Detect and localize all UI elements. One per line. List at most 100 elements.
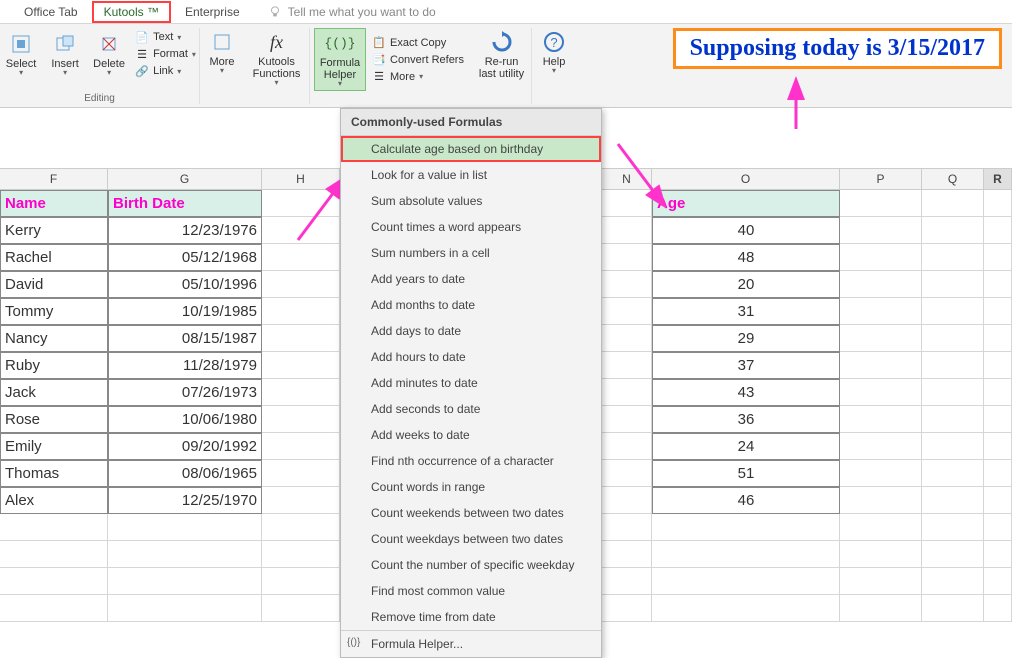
dropdown-item[interactable]: Count words in range: [341, 474, 601, 500]
dropdown-item[interactable]: Add hours to date: [341, 344, 601, 370]
cell[interactable]: [922, 271, 984, 298]
link-button[interactable]: 🔗Link▾: [135, 64, 196, 78]
cell-birth[interactable]: 05/10/1996: [108, 271, 262, 298]
cell[interactable]: [984, 325, 1012, 352]
cell[interactable]: [652, 541, 840, 568]
cell[interactable]: [840, 352, 922, 379]
cell[interactable]: [840, 460, 922, 487]
insert-button[interactable]: Insert▾: [43, 30, 87, 79]
cell-birth[interactable]: 08/06/1965: [108, 460, 262, 487]
cell[interactable]: [602, 379, 652, 406]
cell[interactable]: [602, 541, 652, 568]
dropdown-item[interactable]: Remove time from date: [341, 604, 601, 630]
cell[interactable]: [922, 433, 984, 460]
cell-age[interactable]: 51: [652, 460, 840, 487]
header-age[interactable]: Age: [652, 190, 840, 217]
cell[interactable]: [984, 190, 1012, 217]
cell-name[interactable]: Ruby: [0, 352, 108, 379]
cell[interactable]: [984, 433, 1012, 460]
cell[interactable]: [0, 514, 108, 541]
cell[interactable]: [0, 568, 108, 595]
cell[interactable]: [984, 379, 1012, 406]
cell-age[interactable]: 24: [652, 433, 840, 460]
cell-name[interactable]: Nancy: [0, 325, 108, 352]
cell[interactable]: [984, 460, 1012, 487]
cell-birth[interactable]: 07/26/1973: [108, 379, 262, 406]
cell[interactable]: [984, 352, 1012, 379]
cell[interactable]: [108, 568, 262, 595]
dropdown-item[interactable]: Add weeks to date: [341, 422, 601, 448]
cell[interactable]: [652, 568, 840, 595]
help-button[interactable]: ? Help▾: [532, 28, 576, 77]
column-header-G[interactable]: G: [108, 169, 262, 189]
cell[interactable]: [602, 244, 652, 271]
cell[interactable]: [602, 433, 652, 460]
dropdown-item[interactable]: Add minutes to date: [341, 370, 601, 396]
dropdown-item[interactable]: Add days to date: [341, 318, 601, 344]
cell-name[interactable]: Alex: [0, 487, 108, 514]
delete-button[interactable]: Delete▾: [87, 30, 131, 79]
dropdown-item[interactable]: Count weekdays between two dates: [341, 526, 601, 552]
dropdown-item[interactable]: Count the number of specific weekday: [341, 552, 601, 578]
cell[interactable]: [840, 379, 922, 406]
cell[interactable]: [262, 433, 340, 460]
tab-enterprise[interactable]: Enterprise: [171, 1, 254, 23]
column-header-O[interactable]: O: [652, 169, 840, 189]
header-name[interactable]: Name: [0, 190, 108, 217]
dropdown-item[interactable]: Count weekends between two dates: [341, 500, 601, 526]
cell[interactable]: [262, 379, 340, 406]
cell[interactable]: [602, 271, 652, 298]
cell[interactable]: [602, 406, 652, 433]
dropdown-item[interactable]: Add seconds to date: [341, 396, 601, 422]
cell[interactable]: [984, 244, 1012, 271]
cell[interactable]: [108, 541, 262, 568]
dropdown-item[interactable]: Look for a value in list: [341, 162, 601, 188]
cell[interactable]: [840, 433, 922, 460]
cell[interactable]: [262, 352, 340, 379]
cell[interactable]: [922, 325, 984, 352]
cell-name[interactable]: Rachel: [0, 244, 108, 271]
cell-birth[interactable]: 05/12/1968: [108, 244, 262, 271]
cell[interactable]: [840, 271, 922, 298]
cell[interactable]: [602, 487, 652, 514]
cell-birth[interactable]: 08/15/1987: [108, 325, 262, 352]
cell[interactable]: [840, 406, 922, 433]
cell-name[interactable]: Emily: [0, 433, 108, 460]
cell-age[interactable]: 37: [652, 352, 840, 379]
cell-birth[interactable]: 10/06/1980: [108, 406, 262, 433]
cell[interactable]: [602, 514, 652, 541]
cell[interactable]: [984, 541, 1012, 568]
cell-age[interactable]: 36: [652, 406, 840, 433]
cell[interactable]: [262, 406, 340, 433]
column-header-Q[interactable]: Q: [922, 169, 984, 189]
cell[interactable]: [602, 568, 652, 595]
cell[interactable]: [922, 568, 984, 595]
cell[interactable]: [922, 541, 984, 568]
cell[interactable]: [922, 406, 984, 433]
cell[interactable]: [108, 595, 262, 622]
tab-kutools[interactable]: Kutools ™: [92, 1, 171, 23]
cell[interactable]: [922, 244, 984, 271]
tab-office[interactable]: Office Tab: [10, 1, 92, 23]
cell[interactable]: [0, 541, 108, 568]
cell[interactable]: [840, 595, 922, 622]
cell[interactable]: [840, 190, 922, 217]
cell-age[interactable]: 43: [652, 379, 840, 406]
dropdown-item[interactable]: Sum absolute values: [341, 188, 601, 214]
convert-refers-button[interactable]: 📑Convert Refers: [372, 53, 464, 67]
cell[interactable]: [984, 595, 1012, 622]
cell-name[interactable]: Tommy: [0, 298, 108, 325]
cell[interactable]: [262, 595, 340, 622]
cell[interactable]: [652, 514, 840, 541]
cell[interactable]: [262, 460, 340, 487]
cell-age[interactable]: 40: [652, 217, 840, 244]
cell[interactable]: [984, 568, 1012, 595]
cell[interactable]: [0, 595, 108, 622]
cell[interactable]: [922, 217, 984, 244]
cell-age[interactable]: 48: [652, 244, 840, 271]
cell-name[interactable]: David: [0, 271, 108, 298]
cell[interactable]: [262, 271, 340, 298]
cell[interactable]: [922, 487, 984, 514]
cell[interactable]: [840, 487, 922, 514]
cell[interactable]: [840, 217, 922, 244]
